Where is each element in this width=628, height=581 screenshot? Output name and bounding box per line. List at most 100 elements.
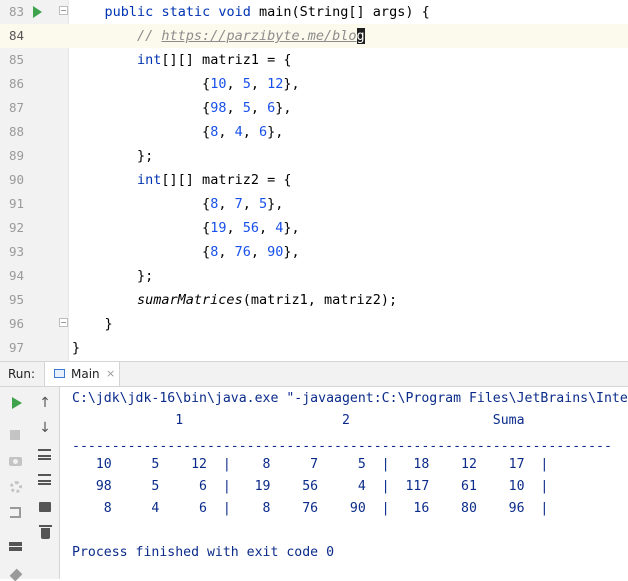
code-token: 7 (234, 196, 243, 212)
exit-icon[interactable] (10, 507, 21, 518)
camera-icon[interactable] (9, 457, 22, 466)
code-token: { (202, 76, 211, 92)
code-token: 98 (210, 100, 227, 116)
line-number: 93 (8, 244, 24, 259)
app-window-icon (54, 369, 65, 378)
code-token: { (202, 100, 211, 116)
code-token: 10 (210, 76, 227, 92)
rerun-icon[interactable] (12, 397, 22, 409)
code-text: {19, 56, 4}, (72, 216, 300, 240)
code-line[interactable]: 91 {8, 7, 5}, (0, 192, 628, 216)
code-line[interactable]: 94 }; (0, 264, 628, 288)
code-token: public (104, 4, 154, 20)
code-line[interactable]: 87 {98, 5, 6}, (0, 96, 628, 120)
code-line[interactable]: 89 }; (0, 144, 628, 168)
scroll-to-end-icon[interactable] (38, 474, 51, 485)
code-token: , (250, 76, 268, 92)
code-line[interactable]: 93 {8, 76, 90}, (0, 240, 628, 264)
code-line[interactable]: 97} (0, 336, 628, 360)
pin-icon[interactable] (9, 568, 23, 581)
down-arrow-icon[interactable]: ↓ (37, 420, 53, 436)
code-line[interactable]: 96 } (0, 312, 628, 336)
code-line[interactable]: 95 sumarMatrices(matriz1, matriz2); (0, 288, 628, 312)
code-token: }, (275, 100, 292, 116)
line-number: 84 (8, 28, 24, 43)
code-line[interactable]: 83 public static void main(String[] args… (0, 0, 628, 24)
layout-icon[interactable] (9, 542, 22, 551)
console-exit-line: Process finished with exit code 0 (72, 545, 335, 560)
code-token: }, (283, 76, 300, 92)
code-text: sumarMatrices(matriz1, matriz2); (72, 288, 397, 312)
code-text: } (72, 312, 113, 336)
code-text: {8, 7, 5}, (72, 192, 283, 216)
print-icon[interactable] (39, 502, 51, 512)
code-text: }; (72, 264, 153, 288)
code-token: sumarMatrices (137, 292, 243, 308)
console-row-1: 10 5 12 | 8 7 5 | 18 12 17 | (72, 457, 549, 472)
line-number: 88 (8, 124, 24, 139)
stop-icon[interactable] (10, 430, 20, 440)
code-line[interactable]: 90 int[][] matriz2 = { (0, 168, 628, 192)
code-token: , (218, 196, 235, 212)
line-number: 91 (8, 196, 24, 211)
code-token: int (137, 52, 162, 68)
code-editor[interactable]: 83 public static void main(String[] args… (0, 0, 628, 361)
code-token: , (226, 76, 243, 92)
code-line[interactable]: 84 // https://parzibyte.me/blog (0, 24, 628, 48)
code-token: [][] matriz2 = { (161, 172, 292, 188)
code-line[interactable]: 92 {19, 56, 4}, (0, 216, 628, 240)
settings-icon[interactable] (10, 481, 22, 493)
tab-main[interactable]: Main × (44, 362, 120, 386)
line-number: 89 (8, 148, 24, 163)
console-row-3: 8 4 6 | 8 76 90 | 16 80 96 | (72, 501, 549, 516)
console-command-line: C:\jdk\jdk-16\bin\java.exe "-javaagent:C… (72, 391, 628, 406)
code-token: 5 (242, 76, 251, 92)
console-output[interactable]: C:\jdk\jdk-16\bin\java.exe "-javaagent:C… (60, 387, 628, 579)
console-header-line: 1 2 Suma (72, 413, 525, 428)
fold-icon[interactable] (59, 6, 68, 15)
up-arrow-icon[interactable]: ↑ (37, 395, 53, 411)
line-number: 96 (8, 316, 24, 331)
code-line[interactable]: 85 int[][] matriz1 = { (0, 48, 628, 72)
run-label: Run: (8, 367, 36, 381)
code-token: main (259, 4, 292, 20)
code-token: 56 (242, 220, 259, 236)
line-number: 94 (8, 268, 24, 283)
line-number: 95 (8, 292, 24, 307)
code-line[interactable]: 86 {10, 5, 12}, (0, 72, 628, 96)
code-token: , (258, 220, 276, 236)
code-line[interactable]: 88 {8, 4, 6}, (0, 120, 628, 144)
code-token: 5 (242, 100, 251, 116)
code-token: { (202, 244, 211, 260)
code-token: https://parzibyte.me/blo (161, 28, 357, 44)
run-arrow-icon[interactable] (33, 6, 42, 18)
code-token: int (137, 172, 162, 188)
code-text: {8, 76, 90}, (72, 240, 300, 264)
code-token: , (250, 244, 268, 260)
code-text: }; (72, 144, 153, 168)
code-text: public static void main(String[] args) { (72, 0, 430, 24)
line-number: 97 (8, 340, 24, 355)
code-text: {10, 5, 12}, (72, 72, 300, 96)
code-text: // https://parzibyte.me/blog (72, 24, 365, 48)
code-token: (String[] args) { (291, 4, 430, 20)
code-token: g (356, 28, 365, 44)
code-token: void (218, 4, 251, 20)
close-tab-icon[interactable]: × (106, 362, 115, 386)
line-number: 85 (8, 52, 24, 67)
code-text: } (72, 336, 80, 360)
fold-icon[interactable] (59, 318, 68, 327)
code-token: 90 (267, 244, 284, 260)
trash-icon[interactable] (39, 525, 52, 539)
soft-wrap-icon[interactable] (38, 449, 51, 460)
code-token: 4 (234, 124, 243, 140)
